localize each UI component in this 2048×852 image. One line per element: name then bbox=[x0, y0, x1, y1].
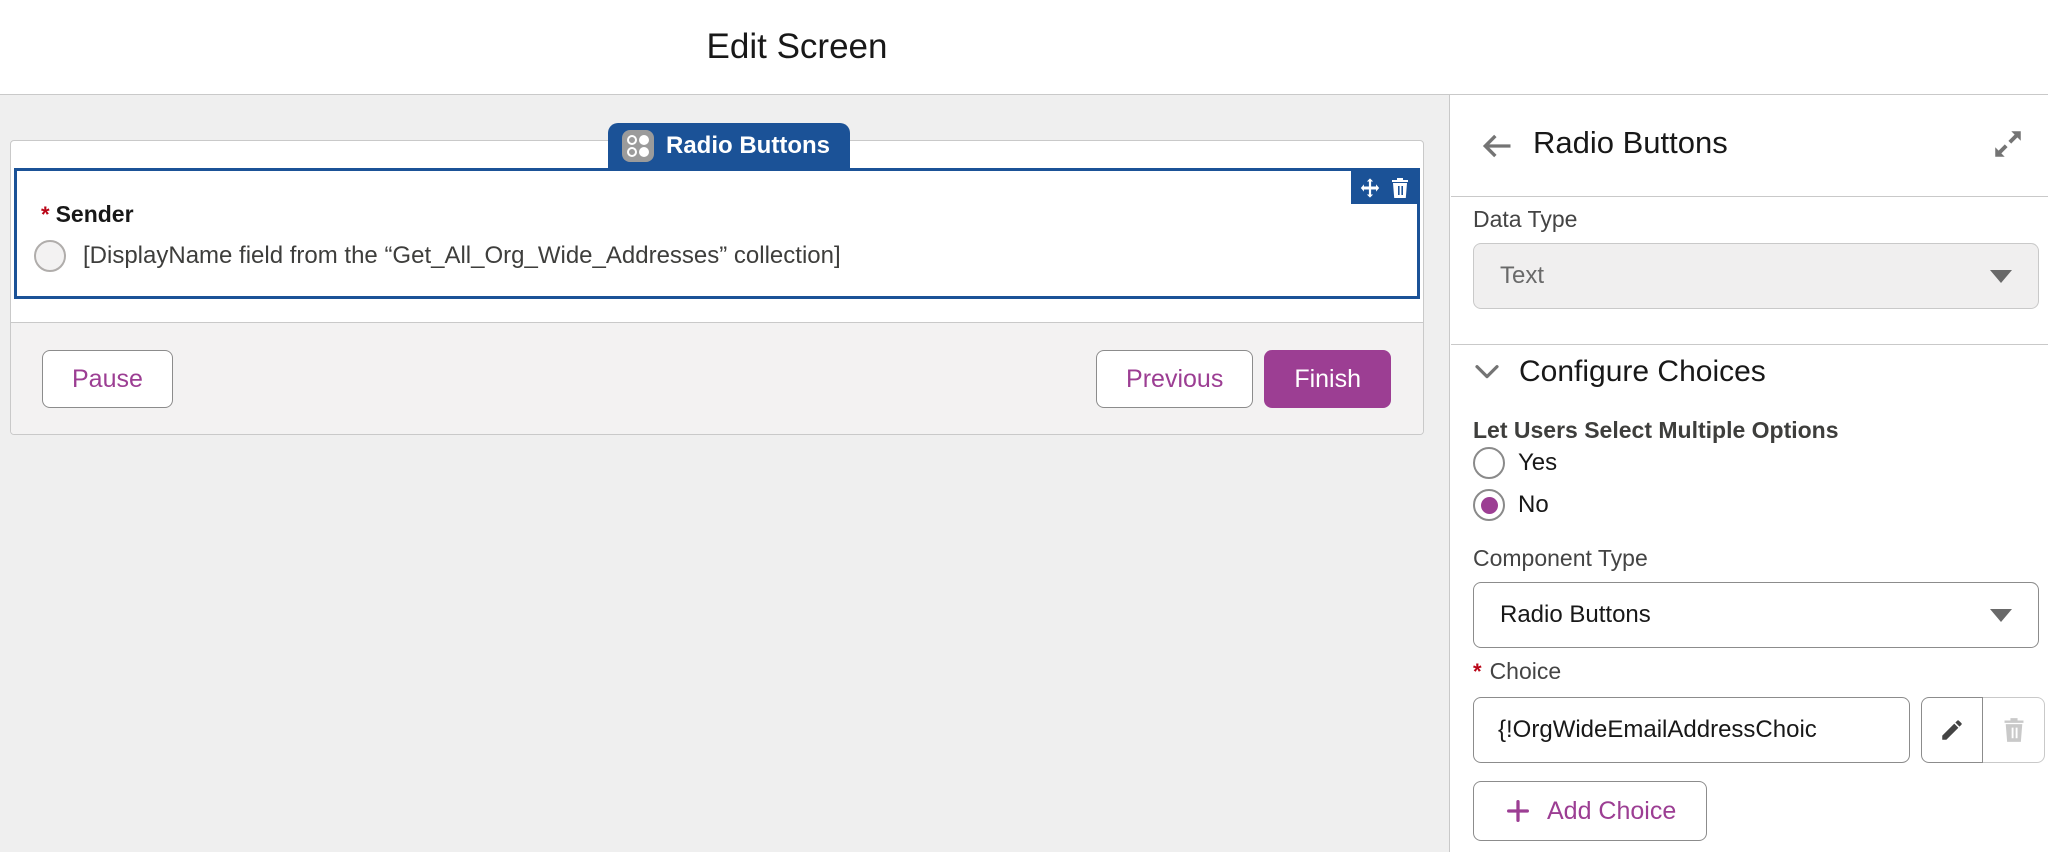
required-marker: * bbox=[1473, 659, 1482, 685]
page-title: Edit Screen bbox=[0, 0, 1594, 94]
caret-down-icon bbox=[1990, 609, 2012, 622]
pencil-icon bbox=[1939, 717, 1965, 743]
required-marker: * bbox=[41, 202, 50, 228]
radio-input[interactable] bbox=[34, 240, 66, 272]
screen-preview-card: * Sender [DisplayName field from the “Ge… bbox=[10, 140, 1424, 435]
component-tab-radio-buttons[interactable]: Radio Buttons bbox=[608, 123, 850, 169]
data-type-value: Text bbox=[1500, 262, 1544, 290]
delete-choice-button-disabled[interactable] bbox=[1983, 697, 2045, 763]
section-divider bbox=[1451, 344, 2048, 345]
radio-buttons-icon bbox=[622, 130, 654, 162]
dialog-header: Edit Screen bbox=[0, 0, 2048, 95]
multi-select-label: Let Users Select Multiple Options bbox=[1473, 417, 1839, 444]
edit-choice-button[interactable] bbox=[1921, 697, 1983, 763]
configure-choices-section-toggle[interactable]: Configure Choices bbox=[1471, 350, 1766, 394]
trash-icon[interactable] bbox=[1390, 177, 1410, 199]
data-type-label: Data Type bbox=[1473, 206, 1577, 233]
trash-icon bbox=[2002, 717, 2026, 743]
component-tab-label: Radio Buttons bbox=[666, 132, 830, 160]
radio-option-label: [DisplayName field from the “Get_All_Org… bbox=[83, 242, 841, 270]
component-type-combobox[interactable]: Radio Buttons bbox=[1473, 582, 2039, 648]
choice-input[interactable] bbox=[1473, 697, 1910, 763]
field-label-text: Sender bbox=[56, 201, 134, 228]
multi-select-option-no[interactable]: No bbox=[1473, 489, 1549, 521]
choice-label: * Choice bbox=[1473, 658, 1561, 685]
multi-select-option-yes[interactable]: Yes bbox=[1473, 447, 1557, 479]
radio-yes-input[interactable] bbox=[1473, 447, 1505, 479]
previous-button[interactable]: Previous bbox=[1096, 350, 1253, 408]
component-type-label: Component Type bbox=[1473, 545, 1648, 572]
plus-icon bbox=[1504, 797, 1532, 825]
add-choice-label: Add Choice bbox=[1547, 797, 1676, 826]
caret-down-icon bbox=[1990, 270, 2012, 283]
pause-button[interactable]: Pause bbox=[42, 350, 173, 408]
field-label: * Sender bbox=[41, 201, 134, 228]
choice-actions bbox=[1921, 697, 2045, 763]
radio-no-input[interactable] bbox=[1473, 489, 1505, 521]
panel-header: Radio Buttons bbox=[1451, 95, 2048, 197]
finish-button[interactable]: Finish bbox=[1264, 350, 1391, 408]
radio-option-row: [DisplayName field from the “Get_All_Org… bbox=[34, 240, 841, 272]
footer-right-buttons: Previous Finish bbox=[1096, 350, 1391, 408]
choice-label-text: Choice bbox=[1490, 658, 1562, 685]
expand-icon[interactable] bbox=[1990, 126, 2026, 162]
component-actions bbox=[1351, 171, 1417, 204]
panel-title: Radio Buttons bbox=[1533, 125, 1728, 161]
screen-footer: Pause Previous Finish bbox=[11, 322, 1423, 434]
component-type-value: Radio Buttons bbox=[1500, 601, 1651, 629]
add-choice-button[interactable]: Add Choice bbox=[1473, 781, 1707, 841]
configure-choices-heading: Configure Choices bbox=[1519, 355, 1766, 389]
chevron-down-icon bbox=[1471, 356, 1503, 388]
screen-canvas: Radio Buttons * Sender [DisplayName fiel… bbox=[0, 95, 1450, 852]
radio-buttons-component[interactable]: * Sender [DisplayName field from the “Ge… bbox=[14, 168, 1420, 299]
data-type-combobox: Text bbox=[1473, 243, 2039, 309]
back-arrow-icon[interactable] bbox=[1479, 128, 1515, 164]
properties-panel: Radio Buttons Data Type Text Configure C… bbox=[1451, 95, 2048, 852]
move-icon[interactable] bbox=[1359, 177, 1381, 199]
